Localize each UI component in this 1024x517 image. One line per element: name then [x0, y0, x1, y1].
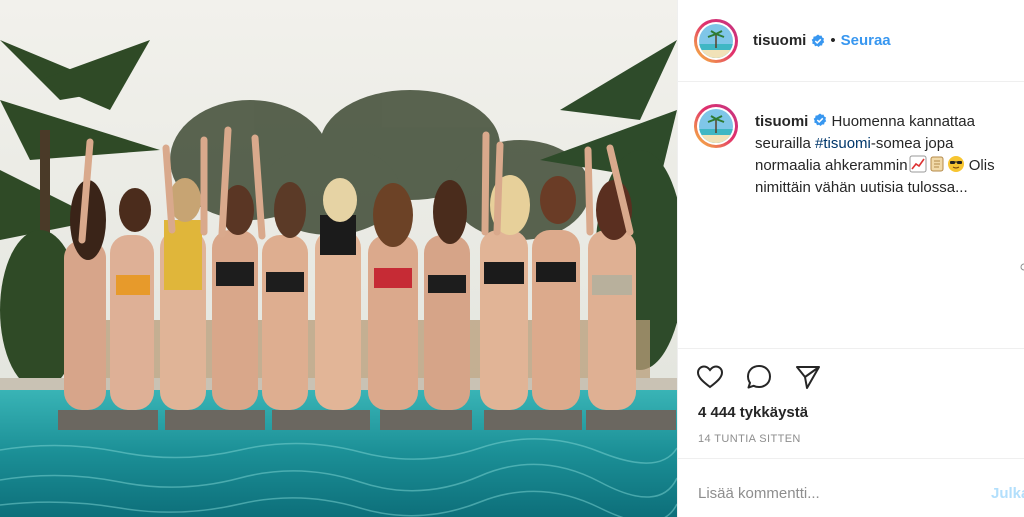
scroll-emoji-icon: [930, 156, 944, 172]
hashtag-link[interactable]: #tisuomi: [815, 135, 871, 152]
likes-count[interactable]: 4 444 tykkäystä: [698, 404, 808, 421]
beach-photo: [0, 0, 677, 517]
scroll-edge-icon: [1020, 263, 1024, 271]
avatar[interactable]: [694, 18, 738, 63]
follow-button[interactable]: Seuraa: [841, 32, 891, 49]
share-icon[interactable]: [794, 363, 822, 391]
avatar-beach-image: [699, 109, 733, 143]
heart-icon[interactable]: [696, 363, 724, 391]
post-side-panel: tisuomi • Seuraa tisuomi Huomenna kannat…: [677, 0, 1024, 517]
post-caption: tisuomi Huomenna kannattaa seurailla #ti…: [694, 104, 1014, 199]
comment-icon[interactable]: [745, 363, 773, 391]
caption-avatar[interactable]: [694, 104, 738, 148]
username[interactable]: tisuomi: [753, 32, 806, 49]
post-photo[interactable]: [0, 0, 677, 517]
publish-button[interactable]: Julkaise: [991, 485, 1024, 502]
caption-text: tisuomi Huomenna kannattaa seurailla #ti…: [755, 111, 1014, 199]
caption-username[interactable]: tisuomi: [755, 113, 808, 130]
comment-input[interactable]: Lisää kommentti...: [698, 485, 820, 502]
comment-box: Lisää kommentti... Julkaise: [678, 458, 1024, 517]
post-timestamp[interactable]: 14 TUNTIA SITTEN: [698, 433, 801, 445]
post-header: tisuomi • Seuraa: [678, 0, 1024, 82]
avatar-beach-image: [699, 23, 733, 58]
sunglasses-emoji-icon: [947, 156, 964, 172]
verified-badge-icon: [812, 34, 825, 47]
separator-dot: •: [830, 32, 836, 49]
chart-emoji-icon: [909, 155, 927, 173]
verified-badge-icon: [814, 113, 827, 126]
